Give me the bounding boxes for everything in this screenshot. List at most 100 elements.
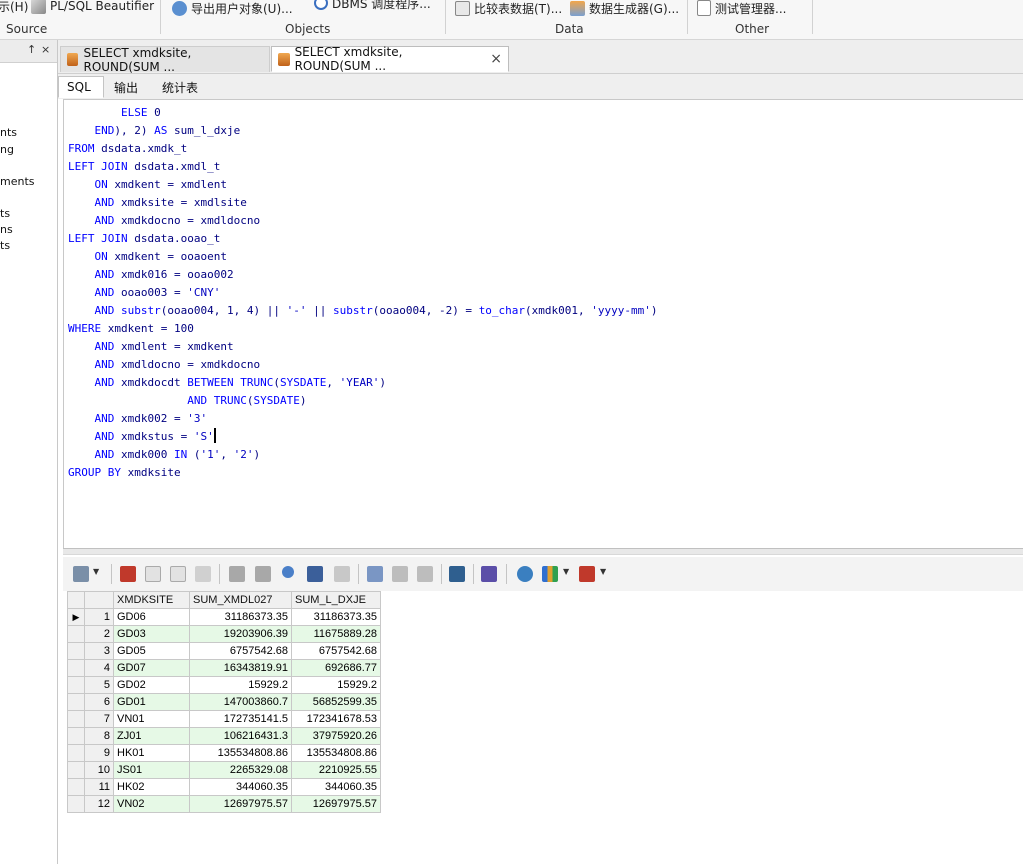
dbms-scheduler-button[interactable]: DBMS 调度程序... [314,0,431,12]
tab-sql-window-2[interactable]: SELECT xmdksite, ROUND(SUM ... × [271,45,509,73]
cell-sum-l-dxje[interactable]: 37975920.26 [291,727,381,745]
data-generator-button[interactable]: 数据生成器(G)... [570,0,679,17]
cell-sum-xmdl027[interactable]: 106216431.3 [189,727,292,745]
cell-xmdksite[interactable]: GD03 [113,625,190,643]
result-table[interactable]: XMDKSITE SUM_XMDL027 SUM_L_DXJE ▶ 1 GD06 31… [67,591,381,813]
cell-sum-l-dxje[interactable]: 2210925.55 [291,761,381,779]
tab-statistics[interactable]: 统计表 [154,76,214,98]
refresh-icon[interactable] [282,566,294,578]
export-user-objects-button[interactable]: 导出用户对象(U)... [172,0,293,17]
table-row[interactable]: 8 ZJ01 106216431.3 37975920.26 [67,727,381,745]
test-manager-button[interactable]: 测试管理器... [697,0,786,17]
cell-xmdksite[interactable]: GD06 [113,608,190,626]
row-indicator [67,710,85,728]
cell-sum-l-dxje[interactable]: 692686.77 [291,659,381,677]
connection-icon[interactable] [517,566,533,582]
cell-sum-l-dxje[interactable]: 135534808.86 [291,744,381,762]
left-panel-item[interactable]: ns [0,223,13,236]
cell-sum-xmdl027[interactable]: 12697975.57 [189,795,292,813]
delete-record-icon[interactable] [170,566,186,582]
linked-query-icon[interactable] [449,566,465,582]
chevron-down-icon[interactable]: ▼ [600,567,606,576]
left-panel-item[interactable]: ts [0,207,10,220]
cell-xmdksite[interactable]: VN01 [113,710,190,728]
cell-sum-xmdl027[interactable]: 15929.2 [189,676,292,694]
cell-sum-xmdl027[interactable]: 344060.35 [189,778,292,796]
cell-sum-l-dxje[interactable]: 344060.35 [291,778,381,796]
cell-xmdksite[interactable]: JS01 [113,761,190,779]
table-row[interactable]: 6 GD01 147003860.7 56852599.35 [67,693,381,711]
cell-sum-xmdl027[interactable]: 31186373.35 [189,608,292,626]
table-row[interactable]: ▶ 1 GD06 31186373.35 31186373.35 [67,608,381,626]
cell-sum-l-dxje[interactable]: 11675889.28 [291,625,381,643]
column-header[interactable]: XMDKSITE [113,591,190,609]
cell-sum-xmdl027[interactable]: 135534808.86 [189,744,292,762]
tab-sql[interactable]: SQL [58,76,104,98]
sql-editor[interactable]: ELSE 0 END), 2) AS sum_l_dxje FROM dsdat… [63,99,1023,548]
clear-record-icon[interactable] [334,566,350,582]
table-row[interactable]: 12 VN02 12697975.57 12697975.57 [67,795,381,813]
sql-code[interactable]: ELSE 0 END), 2) AS sum_l_dxje FROM dsdat… [68,104,658,482]
chart-icon[interactable] [542,566,558,582]
cell-sum-xmdl027[interactable]: 6757542.68 [189,642,292,660]
lock-icon[interactable] [120,566,136,582]
table-row[interactable]: 2 GD03 19203906.39 11675889.28 [67,625,381,643]
cell-sum-l-dxje[interactable]: 56852599.35 [291,693,381,711]
cell-sum-xmdl027[interactable]: 172735141.5 [189,710,292,728]
save-icon[interactable] [481,566,497,582]
table-row[interactable]: 4 GD07 16343819.91 692686.77 [67,659,381,677]
help-menu[interactable]: 示(H) [0,0,28,15]
chevron-down-icon[interactable]: ▼ [93,567,99,576]
fetch-next-icon[interactable] [229,566,245,582]
tab-sql-window-1[interactable]: SELECT xmdksite, ROUND(SUM ... [60,46,270,74]
tab-output[interactable]: 输出 [106,76,152,98]
result-grid[interactable]: XMDKSITE SUM_XMDL027 SUM_L_DXJE ▶ 1 GD06 31… [63,591,1023,864]
left-panel-item[interactable]: ts [0,239,10,252]
fetch-last-icon[interactable] [255,566,271,582]
cell-xmdksite[interactable]: HK02 [113,778,190,796]
table-row[interactable]: 7 VN01 172735141.5 172341678.53 [67,710,381,728]
column-header[interactable]: SUM_XMDL027 [189,591,292,609]
cell-xmdksite[interactable]: HK01 [113,744,190,762]
post-changes-icon[interactable] [195,566,211,582]
table-row[interactable]: 5 GD02 15929.2 15929.2 [67,676,381,694]
column-header[interactable]: SUM_L_DXJE [291,591,381,609]
grid-options-icon[interactable] [73,566,89,582]
table-row[interactable]: 9 HK01 135534808.86 135534808.86 [67,744,381,762]
compare-table-data-button[interactable]: 比较表数据(T)... [455,0,562,17]
splitter[interactable] [63,548,1023,555]
export-icon[interactable] [367,566,383,582]
cell-sum-xmdl027[interactable]: 16343819.91 [189,659,292,677]
close-icon[interactable]: × [41,43,50,56]
insert-record-icon[interactable] [145,566,161,582]
cell-sum-l-dxje[interactable]: 15929.2 [291,676,381,694]
previous-record-icon[interactable] [392,566,408,582]
cell-sum-l-dxje[interactable]: 31186373.35 [291,608,381,626]
table-row[interactable]: 3 GD05 6757542.68 6757542.68 [67,642,381,660]
cell-sum-l-dxje[interactable]: 6757542.68 [291,642,381,660]
cell-sum-l-dxje[interactable]: 12697975.57 [291,795,381,813]
table-row[interactable]: 11 HK02 344060.35 344060.35 [67,778,381,796]
cell-sum-xmdl027[interactable]: 19203906.39 [189,625,292,643]
cell-sum-xmdl027[interactable]: 147003860.7 [189,693,292,711]
left-panel-item[interactable]: ments [0,175,35,188]
cell-sum-l-dxje[interactable]: 172341678.53 [291,710,381,728]
compare-table-data-icon [455,0,470,16]
query-by-example-icon[interactable] [307,566,323,582]
beautifier-button[interactable]: PL/SQL Beautifier [31,0,154,15]
cell-xmdksite[interactable]: GD02 [113,676,190,694]
cell-sum-xmdl027[interactable]: 2265329.08 [189,761,292,779]
next-record-icon[interactable] [417,566,433,582]
left-panel-item[interactable]: ng [0,143,14,156]
left-panel-item[interactable]: nts [0,126,17,139]
pin-icon[interactable]: ↑ [27,43,36,56]
cell-xmdksite[interactable]: GD05 [113,642,190,660]
table-row[interactable]: 10 JS01 2265329.08 2210925.55 [67,761,381,779]
table-view-icon[interactable] [579,566,595,582]
cell-xmdksite[interactable]: ZJ01 [113,727,190,745]
cell-xmdksite[interactable]: GD07 [113,659,190,677]
cell-xmdksite[interactable]: GD01 [113,693,190,711]
close-tab-icon[interactable]: × [490,51,502,67]
chevron-down-icon[interactable]: ▼ [563,567,569,576]
cell-xmdksite[interactable]: VN02 [113,795,190,813]
